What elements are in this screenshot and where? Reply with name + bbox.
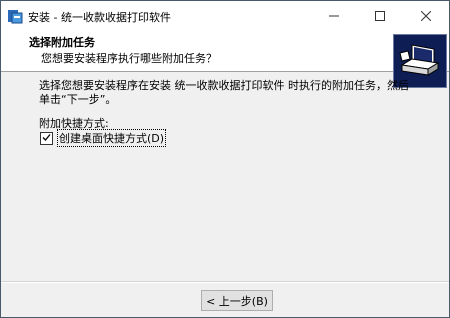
maximize-icon: [375, 11, 385, 21]
installer-window: 安装 - 统一收款收据打印软件 选择附加任务 您想要安装程序执行哪些附加任务？: [0, 0, 450, 318]
back-button[interactable]: < 上一步(B): [201, 290, 273, 311]
task-description: 选择您想要安装程序在安装 统一收款收据打印软件 时执行的附加任务，然后单击“下一…: [39, 79, 409, 106]
maximize-button[interactable]: [357, 1, 403, 31]
close-icon: [421, 11, 431, 21]
wizard-header: 选择附加任务 您想要安装程序执行哪些附加任务？: [1, 31, 449, 88]
wizard-content: 选择您想要安装程序在安装 统一收款收据打印软件 时执行的附加任务，然后单击“下一…: [1, 73, 449, 283]
close-button[interactable]: [403, 1, 449, 31]
minimize-button[interactable]: [311, 1, 357, 31]
desktop-shortcut-label[interactable]: 创建桌面快捷方式(D): [57, 129, 167, 147]
installer-icon: [7, 8, 23, 24]
checkmark-icon: [42, 132, 51, 145]
desktop-shortcut-checkbox[interactable]: [40, 131, 53, 145]
page-title: 选择附加任务: [29, 36, 95, 49]
minimize-icon: [329, 11, 339, 21]
title-bar: 安装 - 统一收款收据打印软件: [1, 1, 449, 31]
page-subtitle: 您想要安装程序执行哪些附加任务？: [41, 52, 217, 65]
desktop-shortcut-option[interactable]: 创建桌面快捷方式(D): [40, 129, 167, 147]
footer-divider-highlight: [1, 282, 449, 283]
window-title: 安装 - 统一收款收据打印软件: [28, 11, 171, 24]
